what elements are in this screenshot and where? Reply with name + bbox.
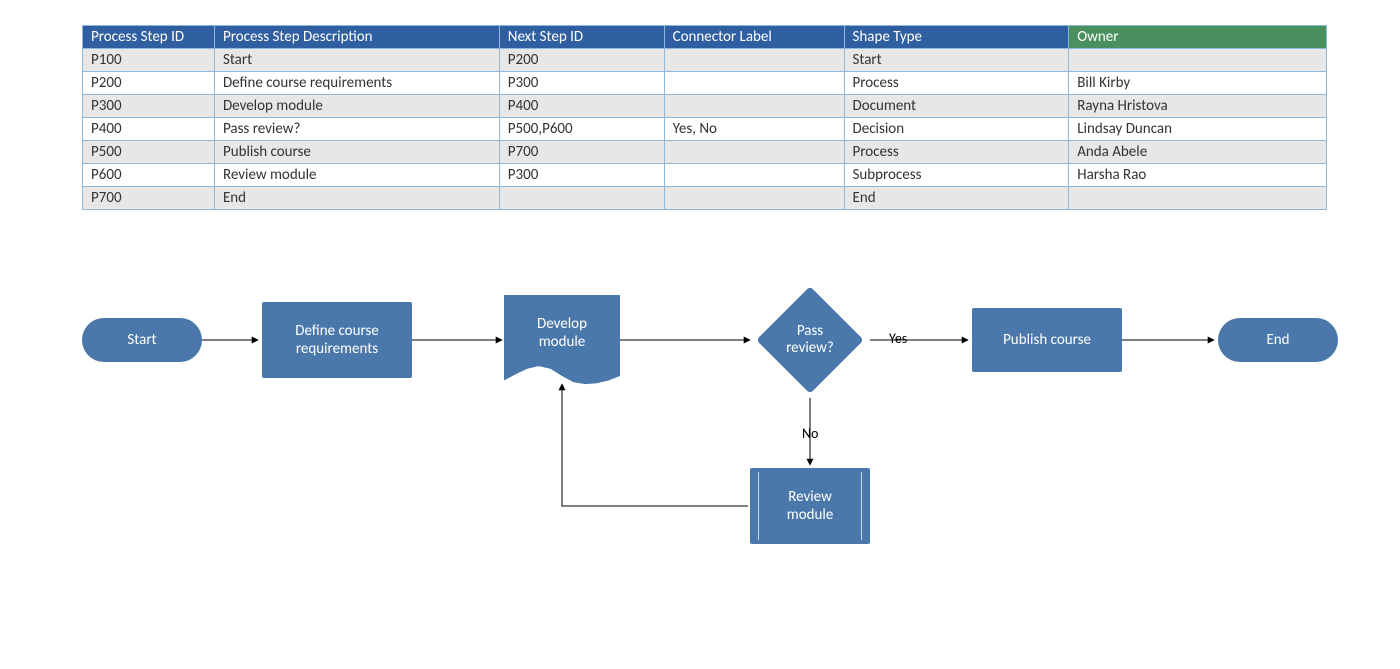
col-step-id: Process Step ID xyxy=(83,26,215,49)
process-map-table: Process Step ID Process Step Description… xyxy=(82,25,1327,210)
node-label: Develop module xyxy=(537,315,587,351)
node-define-course-requirements: Define course requirements xyxy=(262,302,412,378)
node-label: End xyxy=(1266,331,1289,349)
col-description: Process Step Description xyxy=(214,26,499,49)
flowchart: Start Define course requirements Develop… xyxy=(82,290,1342,620)
table-row: P100 Start P200 Start xyxy=(83,49,1327,72)
node-pass-review-decision: Pass review? xyxy=(754,284,866,396)
node-start: Start xyxy=(82,318,202,362)
node-label: Publish course xyxy=(1003,331,1091,349)
node-label: Pass review? xyxy=(786,323,834,358)
node-develop-module: Develop module xyxy=(504,295,620,385)
node-label: Review module xyxy=(787,488,834,524)
col-shape-type: Shape Type xyxy=(844,26,1069,49)
table-row: P500 Publish course P700 Process Anda Ab… xyxy=(83,141,1327,164)
edge-label-no: No xyxy=(800,425,820,442)
table-row: P600 Review module P300 Subprocess Harsh… xyxy=(83,164,1327,187)
node-end: End xyxy=(1218,318,1338,362)
table-row: P200 Define course requirements P300 Pro… xyxy=(83,72,1327,95)
node-label: Start xyxy=(127,331,156,349)
table-row: P300 Develop module P400 Document Rayna … xyxy=(83,95,1327,118)
table-row: P700 End End xyxy=(83,187,1327,210)
edge-label-yes: Yes xyxy=(887,330,909,347)
node-label: Define course requirements xyxy=(295,322,379,358)
node-publish-course: Publish course xyxy=(972,308,1122,372)
node-review-module: Review module xyxy=(750,468,870,544)
col-owner: Owner xyxy=(1069,26,1327,49)
col-next-id: Next Step ID xyxy=(499,26,664,49)
col-connector: Connector Label xyxy=(664,26,844,49)
table-row: P400 Pass review? P500,P600 Yes, No Deci… xyxy=(83,118,1327,141)
